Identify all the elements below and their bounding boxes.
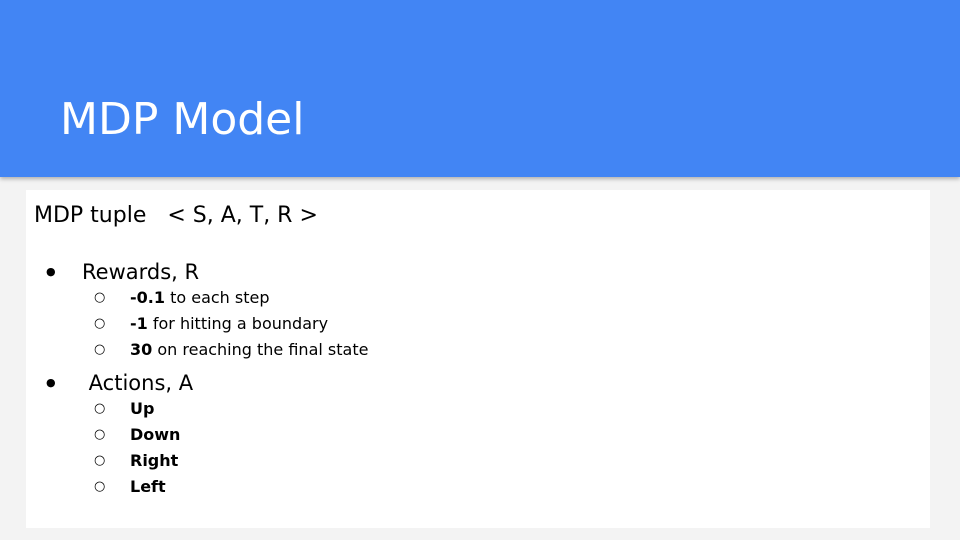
item-value: -1 [130, 314, 148, 333]
item-description: for hitting a boundary [147, 314, 329, 333]
list-item-text: Right [130, 448, 178, 474]
actions-heading: Actions, A [82, 371, 194, 395]
list-item-text: -0.1 to each step [130, 285, 270, 311]
item-description: on reaching the final state [152, 340, 369, 359]
hollow-bullet-icon: ○ [94, 427, 106, 442]
hollow-bullet-icon: ○ [94, 479, 106, 494]
list-item: ○ 30 on reaching the final state [26, 337, 930, 363]
item-value: -0.1 [130, 288, 165, 307]
list-item-text: 30 on reaching the final state [130, 337, 368, 363]
list-item-text: -1 for hitting a boundary [130, 311, 328, 337]
mdp-tuple-line: MDP tuple < S, A, T, R > [34, 203, 318, 228]
list-item-text: Down [130, 422, 180, 448]
item-value: Down [130, 425, 181, 444]
content-panel: MDP tuple < S, A, T, R > ● Rewards, R ○ … [26, 190, 930, 528]
list-item: ○ Up [26, 396, 930, 422]
hollow-bullet-icon: ○ [94, 290, 106, 305]
hollow-bullet-icon: ○ [94, 453, 106, 468]
item-value: 30 [130, 340, 153, 359]
bullet-icon: ● [46, 265, 56, 278]
rewards-heading: Rewards, R [82, 260, 200, 284]
hollow-bullet-icon: ○ [94, 401, 106, 416]
list-item-text: Left [130, 474, 166, 500]
item-value: Up [130, 399, 155, 418]
list-item: ○ -0.1 to each step [26, 285, 930, 311]
list-item: ○ Right [26, 448, 930, 474]
title-bar: MDP Model [0, 0, 960, 177]
item-value: Left [130, 477, 166, 496]
hollow-bullet-icon: ○ [94, 342, 106, 357]
item-value: Right [130, 451, 179, 470]
hollow-bullet-icon: ○ [94, 316, 106, 331]
bullet-icon: ● [46, 376, 56, 389]
item-description: to each step [164, 288, 270, 307]
list-item-text: Up [130, 396, 154, 422]
list-item: ○ -1 for hitting a boundary [26, 311, 930, 337]
rewards-list: ○ -0.1 to each step ○ -1 for hitting a b… [26, 285, 930, 363]
list-item: ○ Down [26, 422, 930, 448]
slide-title: MDP Model [60, 94, 305, 145]
list-item: ○ Left [26, 474, 930, 500]
actions-list: ○ Up ○ Down ○ Right ○ Left [26, 396, 930, 500]
